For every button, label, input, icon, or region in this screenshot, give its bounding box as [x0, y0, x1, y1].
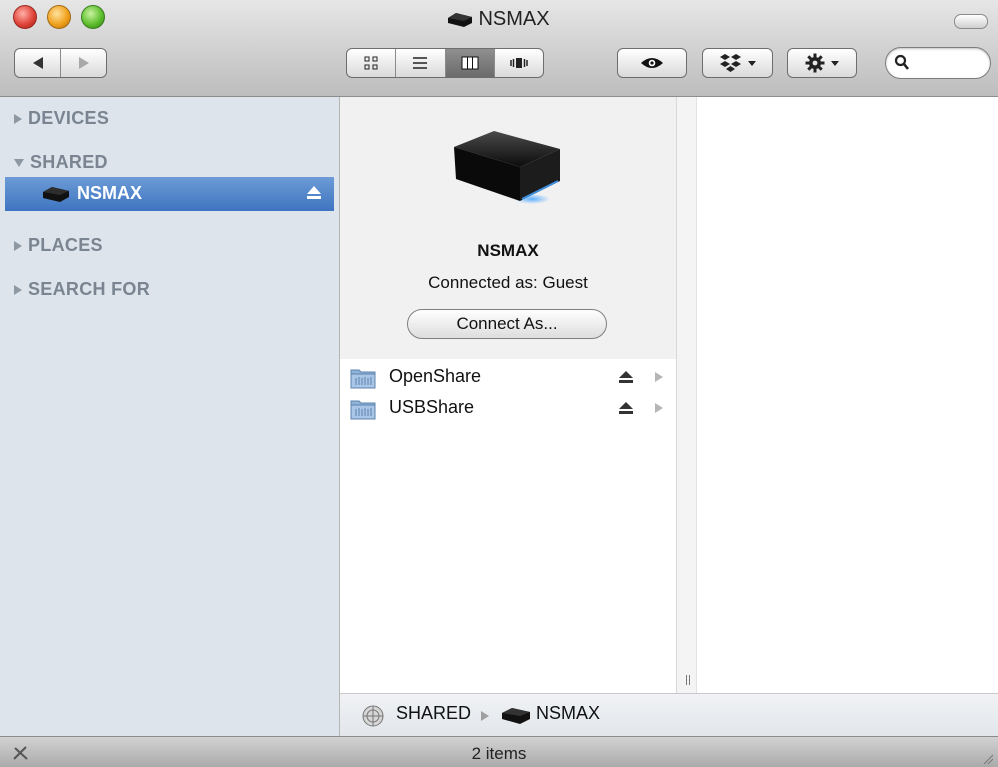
gear-icon — [805, 53, 825, 73]
server-name: NSMAX — [477, 241, 539, 260]
quick-look-button[interactable] — [617, 48, 687, 78]
list-view-icon — [413, 57, 428, 69]
icon-view-button[interactable] — [347, 49, 395, 77]
sidebar: DEVICES SHARED NSMAX PLACES SEARCH FOR — [0, 97, 340, 736]
cover-flow-view-button[interactable] — [493, 49, 543, 77]
toolbar-toggle-button[interactable] — [954, 14, 988, 29]
sidebar-section-shared[interactable]: SHARED — [14, 152, 108, 173]
chevron-left-icon — [32, 57, 43, 69]
icon-view-icon — [364, 56, 378, 70]
sidebar-item-label: NSMAX — [77, 183, 143, 203]
window-title: NSMAX — [0, 8, 998, 31]
sidebar-section-label: DEVICES — [28, 108, 110, 128]
sidebar-item-nsmax[interactable]: NSMAX — [5, 177, 334, 211]
disclosure-right-icon — [14, 241, 22, 252]
cover-flow-icon — [510, 58, 528, 68]
path-item-nsmax[interactable]: NSMAX — [536, 703, 600, 724]
chevron-right-icon — [655, 372, 663, 382]
sidebar-section-devices[interactable]: DEVICES — [14, 108, 109, 129]
disclosure-down-icon — [14, 159, 24, 168]
sidebar-section-search-for[interactable]: SEARCH FOR — [14, 279, 150, 300]
chevron-right-icon — [78, 57, 89, 69]
share-name: OpenShare — [389, 366, 482, 386]
disclosure-right-icon — [14, 114, 22, 125]
nas-device-icon — [454, 131, 560, 204]
path-separator-icon — [481, 711, 489, 721]
list-item-openshare[interactable]: OpenShare — [350, 363, 676, 391]
search-field[interactable] — [885, 47, 991, 79]
eject-icon[interactable] — [618, 401, 634, 415]
chevron-right-icon — [655, 403, 663, 413]
eye-icon — [641, 58, 663, 68]
network-globe-icon — [362, 705, 384, 727]
finder-window: NSMAX DEVICES SHARED NSMAX PLACES SEARCH… — [0, 0, 998, 767]
chevron-down-icon — [747, 60, 756, 66]
shared-folder-icon — [350, 369, 376, 389]
window-title-text: NSMAX — [478, 8, 550, 31]
server-preview: NSMAX Connected as: Guest Connect As... — [340, 97, 676, 359]
browser-column: NSMAX Connected as: Guest Connect As... … — [340, 97, 676, 693]
connect-as-button[interactable]: Connect As... — [407, 309, 607, 339]
network-drive-icon — [502, 708, 530, 724]
column-view-button[interactable] — [444, 49, 494, 77]
connection-status: Connected as: Guest — [428, 273, 588, 292]
network-drive-icon — [43, 187, 69, 202]
resize-grip-icon — [686, 675, 690, 685]
dropbox-menu-button[interactable] — [702, 48, 773, 78]
shared-folder-icon — [350, 400, 376, 420]
dropbox-icon — [719, 54, 741, 72]
view-mode-group — [346, 48, 544, 78]
item-count: 2 items — [471, 744, 527, 763]
search-input[interactable] — [916, 52, 986, 76]
network-drive-icon — [448, 12, 473, 27]
column-view-icon — [461, 56, 479, 70]
eject-icon[interactable] — [618, 370, 634, 384]
chevron-down-icon — [831, 60, 839, 66]
empty-column — [697, 97, 998, 693]
path-bar: SHARED NSMAX — [340, 693, 998, 736]
forward-button[interactable] — [60, 49, 106, 77]
toolbar: NSMAX — [0, 0, 998, 97]
share-name: USBShare — [389, 397, 475, 417]
list-item-usbshare[interactable]: USBShare — [350, 394, 676, 422]
status-bar: 2 items — [0, 736, 998, 767]
disclosure-right-icon — [14, 285, 22, 296]
action-menu-button[interactable] — [787, 48, 857, 78]
column-resize-handle[interactable] — [676, 97, 697, 693]
back-button[interactable] — [15, 49, 60, 77]
resize-grip-icon[interactable] — [982, 753, 994, 765]
sidebar-section-label: SEARCH FOR — [28, 279, 151, 299]
sidebar-section-label: SHARED — [30, 152, 108, 172]
path-item-shared[interactable]: SHARED — [396, 703, 471, 724]
list-view-button[interactable] — [395, 49, 444, 77]
eject-icon[interactable] — [306, 185, 322, 201]
nav-back-forward — [14, 48, 107, 78]
sidebar-section-places[interactable]: PLACES — [14, 235, 103, 256]
search-icon — [894, 54, 910, 70]
sidebar-section-label: PLACES — [28, 235, 103, 255]
